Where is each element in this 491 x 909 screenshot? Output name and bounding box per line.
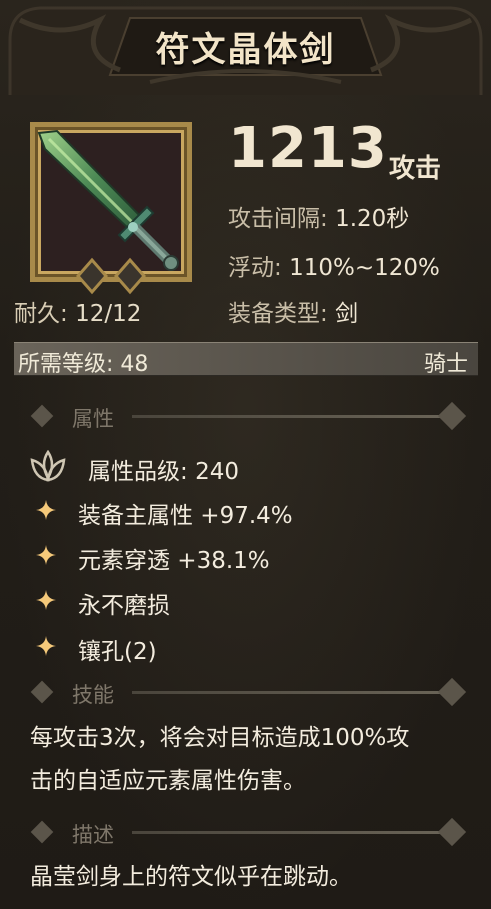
diamond-icon — [30, 404, 54, 428]
stat-label: 装备类型: — [228, 301, 328, 327]
stat-equip-type: 装备类型: 剑 — [228, 294, 358, 328]
durability-label: 耐久: — [14, 301, 68, 327]
diamond-icon — [437, 677, 467, 707]
attribute-line: 镶孔(2) — [78, 639, 157, 665]
socket-gems — [76, 257, 146, 295]
item-title: 符文晶体剑 — [155, 30, 336, 70]
lotus-grade-icon — [30, 450, 66, 482]
stat-value: 110%~120% — [289, 255, 440, 281]
section-header-attributes: 属性 — [20, 401, 480, 432]
divider — [132, 831, 452, 834]
stat-label: 浮动: — [228, 255, 282, 281]
stat-value: 1.20秒 — [335, 206, 410, 232]
sparkle-icon — [36, 590, 56, 610]
attribute-line: 装备主属性 +97.4% — [78, 503, 293, 529]
divider — [132, 691, 452, 694]
stat-attack-interval: 攻击间隔: 1.20秒 — [228, 199, 409, 233]
divider — [132, 415, 452, 418]
attribute-grade-value: 240 — [195, 459, 239, 485]
flavor-text: 晶莹剑身上的符文似乎在跳动。 — [30, 864, 352, 890]
diamond-icon — [30, 680, 54, 704]
attribute-line: 元素穿透 +38.1% — [78, 548, 270, 574]
stat-label: 攻击间隔: — [228, 206, 328, 232]
section-title: 技能 — [72, 683, 114, 707]
skill-line: 击的自适应元素属性伤害。 — [30, 768, 306, 794]
durability: 耐久: 12/12 — [14, 294, 141, 328]
required-level-bar: 所需等级: 48 骑士 — [14, 342, 478, 378]
class-requirement: 骑士 — [423, 352, 468, 377]
attribute-grade: 属性品级: 240 — [88, 452, 239, 486]
required-level-value: 48 — [120, 352, 149, 377]
sparkle-icon — [36, 545, 56, 565]
diamond-icon — [437, 401, 467, 431]
skill-description: 每攻击3次，将会对目标造成100%攻 击的自适应元素属性伤害。 — [30, 717, 409, 803]
stat-value: 剑 — [335, 301, 359, 327]
attack-value: 1213 — [228, 116, 388, 181]
attack-unit: 攻击 — [389, 154, 442, 184]
sparkle-icon — [36, 636, 56, 656]
section-header-skills: 技能 — [20, 677, 480, 708]
diamond-icon — [30, 820, 54, 844]
required-level-label: 所需等级: — [18, 352, 114, 377]
section-title: 属性 — [72, 407, 114, 431]
sword-icon — [37, 129, 179, 271]
section-header-description: 描述 — [20, 817, 480, 848]
tooltip-header: 符文晶体剑 — [0, 0, 491, 95]
required-level: 所需等级: 48 — [18, 346, 148, 378]
sparkle-icon — [36, 500, 56, 520]
durability-value: 12/12 — [75, 301, 142, 327]
diamond-icon — [437, 817, 467, 847]
stat-variance: 浮动: 110%~120% — [228, 248, 440, 282]
item-tooltip: 符文晶体剑 耐久: 12/12 1213 攻击 攻击间隔: 1.20秒 浮动: … — [0, 0, 491, 909]
attribute-line: 永不磨损 — [78, 593, 170, 619]
attribute-grade-label: 属性品级: — [88, 459, 188, 485]
skill-line: 每攻击3次，将会对目标造成100%攻 — [30, 725, 410, 751]
section-title: 描述 — [72, 823, 114, 847]
